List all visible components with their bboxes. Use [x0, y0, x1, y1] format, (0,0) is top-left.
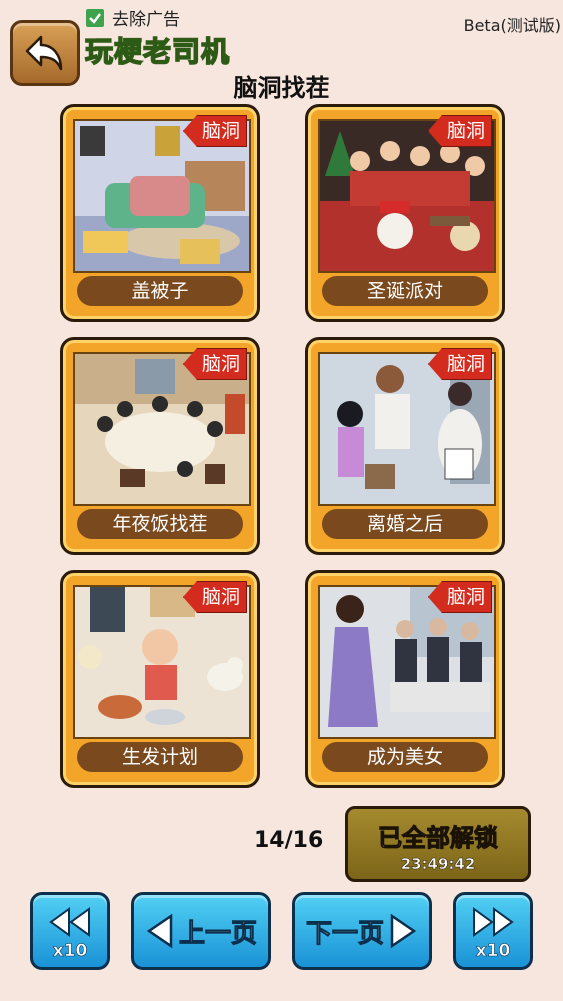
level-label: 年夜饭找茬: [77, 509, 243, 539]
level-card[interactable]: 脑洞 离婚之后: [305, 337, 505, 555]
remove-ads-label: 去除广告: [112, 10, 180, 30]
level-label: 圣诞派对: [322, 276, 488, 306]
checkbox-checked-icon[interactable]: [86, 8, 104, 27]
left-arrow-icon: [146, 913, 173, 949]
unlock-timer: 23:49:42: [400, 855, 476, 874]
page-title: 脑洞找茬: [233, 74, 330, 102]
level-card[interactable]: 脑洞 年夜饭找茬: [60, 337, 260, 555]
jump-back-10-button[interactable]: x10: [30, 892, 110, 970]
jump-count-label: x10: [475, 941, 511, 962]
next-page-button[interactable]: 下一页: [292, 892, 432, 970]
double-left-arrow-icon: [49, 907, 90, 937]
remove-ads-toggle[interactable]: 去除广告: [86, 5, 180, 30]
next-page-label: 下一页: [305, 918, 384, 949]
unlock-all-button[interactable]: 已全部解锁 23:49:42: [345, 806, 531, 882]
unlock-all-label: 已全部解锁: [378, 824, 499, 853]
level-card[interactable]: 脑洞 生发计划: [60, 570, 260, 788]
level-label: 成为美女: [322, 742, 488, 772]
jump-count-label: x10: [52, 941, 88, 962]
beta-label: Beta(测试版): [463, 16, 561, 35]
jump-forward-10-button[interactable]: x10: [453, 892, 533, 970]
level-card[interactable]: 脑洞 成为美女: [305, 570, 505, 788]
level-label: 离婚之后: [322, 509, 488, 539]
back-arrow-icon: [25, 35, 63, 71]
level-card[interactable]: 脑洞 盖被子: [60, 104, 260, 322]
previous-page-button[interactable]: 上一页: [131, 892, 271, 970]
game-logo: 玩梗老司机: [84, 34, 231, 69]
level-card[interactable]: 脑洞 圣诞派对: [305, 104, 505, 322]
level-label: 盖被子: [77, 276, 243, 306]
previous-page-label: 上一页: [178, 918, 257, 949]
right-arrow-icon: [390, 913, 417, 949]
level-label: 生发计划: [77, 742, 243, 772]
double-right-arrow-icon: [473, 907, 514, 937]
page-counter: 14/16: [254, 828, 324, 853]
